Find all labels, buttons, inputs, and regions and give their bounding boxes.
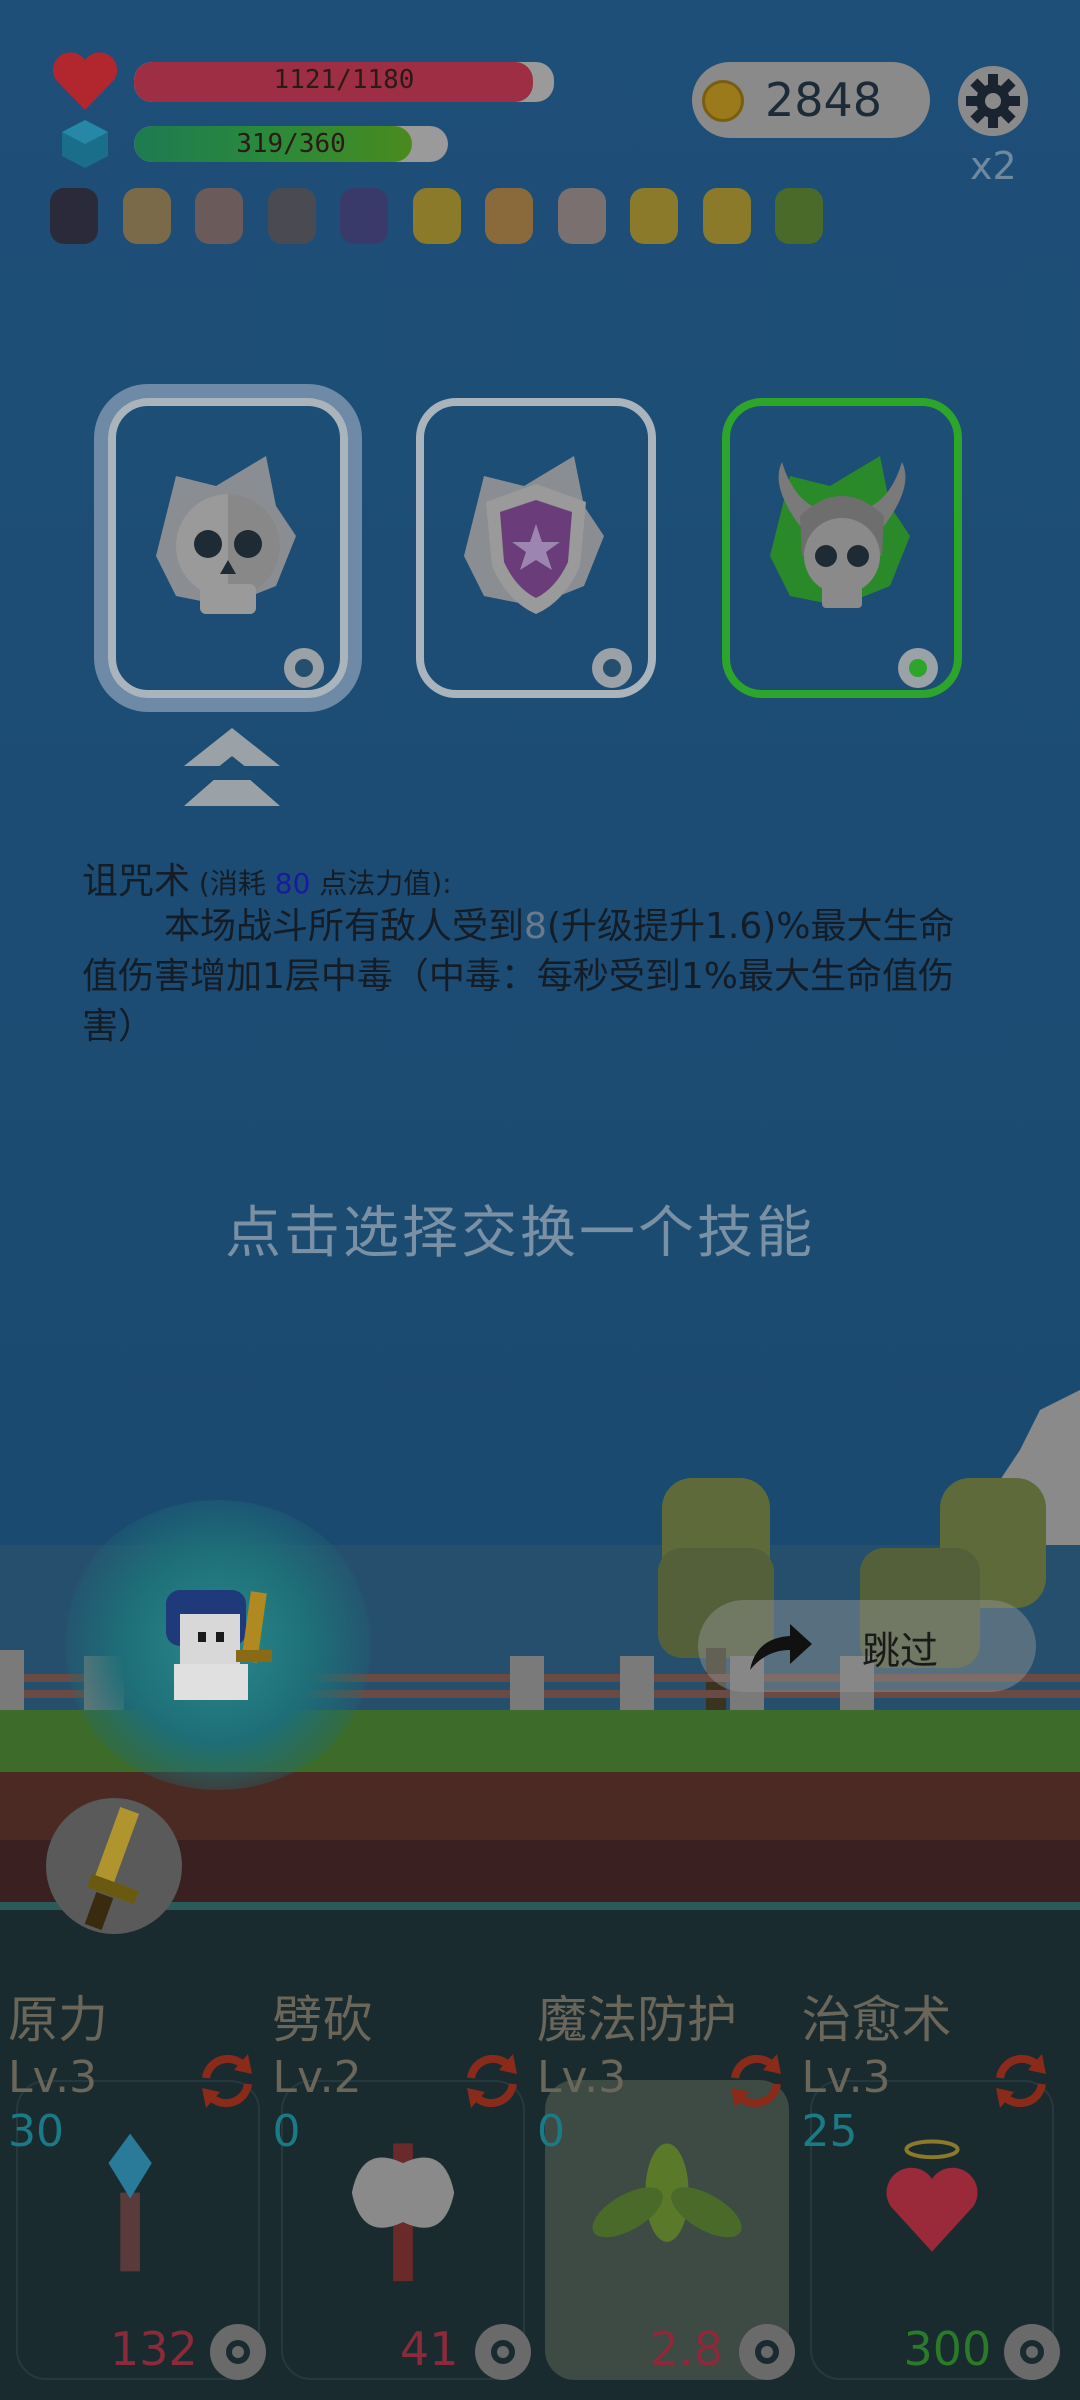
upgrade-gear-icon[interactable] [1000,2320,1064,2384]
skill-level: Lv.2 [272,2052,362,2103]
ice-cream-icon[interactable] [185,178,253,252]
refresh-icon[interactable] [196,2050,258,2112]
selected-indicator-arrow-icon [182,726,282,808]
upgrade-gear-icon[interactable] [471,2320,535,2384]
refresh-icon[interactable] [461,2050,523,2112]
skill-value: 300 [903,2322,992,2376]
skip-arrow-icon [746,1620,814,1672]
hp-text: 1121/1180 [273,65,415,95]
skill-name: 魔法防护 [537,1991,737,2049]
skill-description-title: 诅咒术 (消耗 80 点法力值): [82,852,452,904]
skill-name: 治愈术 [801,1991,952,2049]
coin-amount: 2848 [765,73,883,127]
coin-icon [702,80,744,122]
mana-cost: 80 [274,867,311,900]
mp-text: 319/360 [236,129,346,159]
desc-value: 8 [524,906,547,947]
mana-crystal-icon [60,118,110,170]
fist-icon[interactable] [475,178,543,252]
skill-count: 25 [801,2106,858,2157]
speed-multiplier[interactable]: x2 [970,144,1017,188]
skill-value: 2.8 [649,2322,723,2376]
skill-level: Lv.3 [537,2052,627,2103]
ring-icon[interactable] [620,178,688,252]
skill-name: 原力 [8,1991,108,2049]
shield-icon [464,456,632,688]
skill-level: Lv.3 [8,2052,98,2103]
wizard-hat-icon[interactable] [330,178,398,252]
skill-value: 132 [110,2322,198,2376]
attack-sword-button[interactable] [46,1798,182,1934]
skill-count: 0 [537,2106,565,2157]
settings-gear-icon[interactable] [956,64,1030,138]
skill-value: 41 [399,2322,459,2376]
hook-icon[interactable] [548,178,616,252]
hero-character [150,1580,310,1710]
cost-prefix: (消耗 [190,867,275,900]
horned-skull-icon [770,456,938,688]
sapling-icon[interactable] [765,178,833,252]
swap-prompt: 点击选择交换一个技能 [225,1201,815,1266]
skill-description-body: 本场战斗所有敌人受到8(升级提升1.6)%最大生命值伤害增加1层中毒（中毒：每秒… [82,902,982,1052]
eye-icon[interactable] [693,178,761,252]
cost-suffix: 点法力值): [310,867,452,900]
upgrade-gear-icon[interactable] [735,2320,799,2384]
skill-level: Lv.3 [801,2052,891,2103]
skip-label: 跳过 [862,1629,939,1673]
bat-icon[interactable] [40,178,108,252]
skull-icon [156,456,324,688]
sword-icon [84,1806,140,1931]
skill-name: 诅咒术 [82,861,191,902]
upgrade-gear-icon[interactable] [206,2320,270,2384]
spiked-club-icon[interactable] [258,178,326,252]
choice-card-shield[interactable] [416,398,656,698]
refresh-icon[interactable] [725,2050,787,2112]
skill-count: 30 [8,2106,64,2157]
ring-icon[interactable] [403,178,471,252]
choice-card-curse[interactable] [108,398,348,698]
hp-bar: 1121/1180 [134,62,554,102]
skill-name: 劈砍 [272,1991,373,2049]
refresh-icon[interactable] [990,2050,1052,2112]
mp-bar: 319/360 [134,126,448,162]
choice-card-horned-skull[interactable] [722,398,962,698]
heart-icon [50,50,120,114]
desc-part1: 本场战斗所有敌人受到 [164,906,525,947]
skill-count: 0 [272,2106,301,2157]
bullets-icon[interactable] [113,178,181,252]
